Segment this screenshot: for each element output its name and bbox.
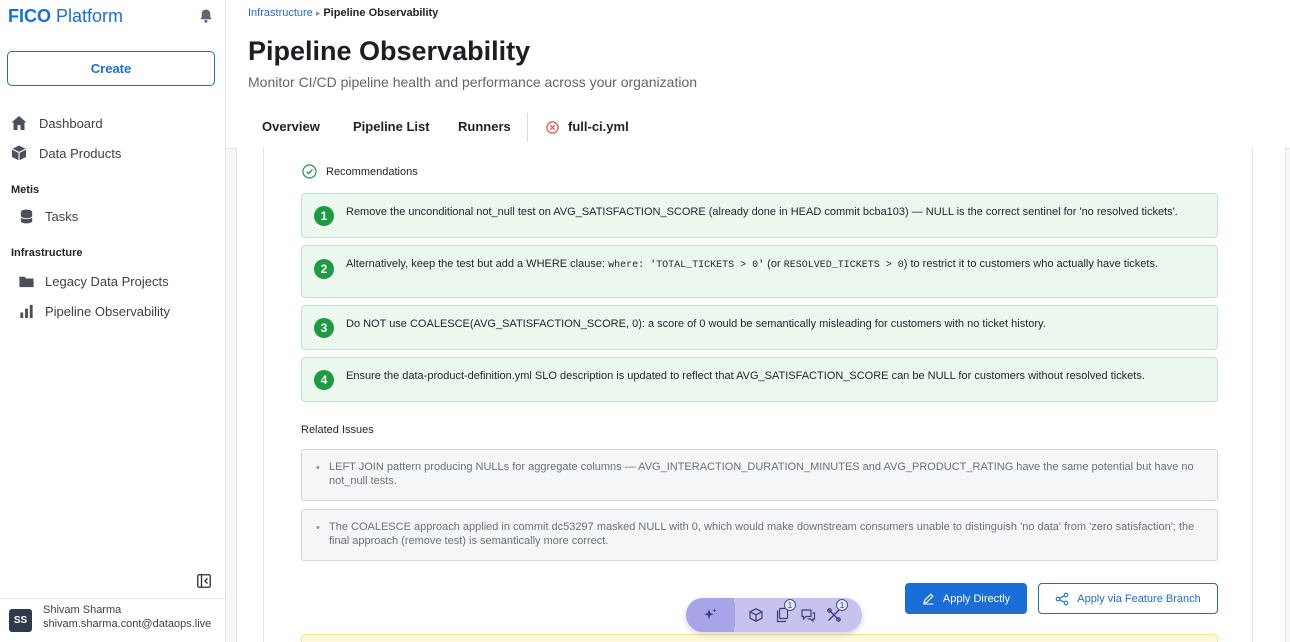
recommendation-item: 4 Ensure the data-product-definition.yml… — [301, 357, 1218, 402]
check-circle-icon — [302, 164, 317, 179]
recommendation-text: Alternatively, keep the test but add a W… — [346, 258, 1159, 271]
bar-chart-icon — [20, 304, 33, 318]
breadcrumb-current: Pipeline Observability — [323, 7, 439, 19]
share-icon — [1055, 592, 1069, 605]
recommendation-item: 1 Remove the unconditional not_null test… — [301, 193, 1218, 238]
related-issue-item: • LEFT JOIN pattern producing NULLs for … — [301, 449, 1218, 501]
recommendation-text: Ensure the data-product-definition.yml S… — [346, 370, 1145, 382]
collapse-sidebar-icon[interactable] — [197, 574, 211, 588]
recommendations-heading: Recommendations — [302, 164, 418, 179]
tab-full-ci[interactable]: full-ci.yml — [532, 108, 666, 149]
section-label-infrastructure: Infrastructure — [11, 247, 83, 259]
code-snippet: RESOLVED_TICKETS > 0 — [783, 260, 904, 271]
section-label-metis: Metis — [11, 184, 40, 196]
related-issue-text: The COALESCE approach applied in commit … — [329, 521, 1195, 547]
bell-icon[interactable] — [198, 8, 214, 24]
avatar: SS — [9, 609, 32, 632]
sidebar-item-dashboard[interactable]: Dashboard — [10, 112, 103, 134]
breadcrumb-separator: ▸ — [315, 8, 321, 18]
sidebar-item-legacy-data-projects[interactable]: Legacy Data Projects — [10, 270, 169, 292]
sidebar-item-label: Legacy Data Projects — [45, 273, 169, 289]
sidebar-item-label: Data Products — [39, 145, 122, 161]
step-number-badge: 3 — [314, 318, 334, 338]
related-issue-item: • The COALESCE approach applied in commi… — [301, 509, 1218, 561]
recommendation-text: Do NOT use COALESCE(AVG_SATISFACTION_SCO… — [346, 318, 1046, 330]
cube-icon[interactable] — [748, 607, 764, 623]
tab-label: full-ci.yml — [568, 119, 629, 134]
breadcrumb: Infrastructure ▸ Pipeline Observability — [248, 7, 438, 19]
tab-runners[interactable]: Runners — [458, 119, 511, 134]
home-icon — [11, 116, 27, 130]
step-number-badge: 1 — [314, 206, 334, 226]
step-number-badge: 2 — [314, 259, 334, 279]
sidebar-item-data-products[interactable]: Data Products — [10, 142, 121, 164]
tab-pipeline-list[interactable]: Pipeline List — [353, 119, 430, 134]
notification-badge: 1 — [836, 599, 848, 611]
tab-bar: Overview Pipeline List Runners full-ci.y… — [226, 108, 1290, 149]
folder-icon — [19, 276, 34, 287]
tab-divider — [527, 113, 528, 142]
page-subtitle: Monitor CI/CD pipeline health and perfor… — [248, 74, 698, 90]
related-issue-text: LEFT JOIN pattern producing NULLs for ag… — [329, 461, 1194, 487]
tab-overview[interactable]: Overview — [262, 119, 320, 134]
sidebar-item-label: Tasks — [45, 208, 79, 224]
recommendation-item: 2 Alternatively, keep the test but add a… — [301, 245, 1218, 298]
edit-icon — [923, 593, 934, 605]
warning-panel — [301, 634, 1218, 642]
database-icon — [20, 209, 33, 223]
recommendation-item: 3 Do NOT use COALESCE(AVG_SATISFACTION_S… — [301, 305, 1218, 350]
user-email: shivam.sharma.cont@dataops.live — [43, 618, 212, 630]
recommendation-text: Remove the unconditional not_null test o… — [346, 206, 1178, 218]
cube-icon — [11, 145, 27, 161]
sidebar-item-label: Pipeline Observability — [45, 303, 171, 319]
step-number-badge: 4 — [314, 370, 334, 390]
apply-directly-button[interactable]: Apply Directly — [905, 583, 1027, 614]
user-name: Shivam Sharma — [43, 604, 122, 616]
floating-toolbar: 1 1 — [686, 598, 862, 632]
breadcrumb-link-infrastructure[interactable]: Infrastructure — [248, 7, 313, 19]
sidebar-item-pipeline-observability[interactable]: Pipeline Observability — [10, 300, 170, 322]
user-profile[interactable]: SS Shivam Sharma shivam.sharma.cont@data… — [0, 598, 226, 642]
chat-icon[interactable] — [800, 607, 816, 623]
notification-badge: 1 — [784, 599, 796, 611]
code-snippet: where: 'TOTAL_TICKETS > 0' — [608, 260, 765, 271]
ai-assistant-button[interactable] — [686, 598, 734, 632]
apply-via-feature-branch-button[interactable]: Apply via Feature Branch — [1038, 583, 1218, 614]
sparkle-icon — [704, 608, 717, 620]
create-button[interactable]: Create — [7, 51, 215, 86]
close-circle-icon[interactable] — [546, 121, 559, 134]
sidebar-item-label: Dashboard — [39, 115, 103, 131]
bullet: • — [316, 522, 320, 534]
sidebar: FICO Platform Create Dashboard Data Prod… — [0, 0, 226, 642]
brand-logo[interactable]: FICO Platform — [8, 6, 123, 27]
sidebar-item-tasks[interactable]: Tasks — [10, 205, 78, 227]
related-issues-heading: Related Issues — [301, 424, 374, 436]
page-title: Pipeline Observability — [248, 36, 531, 66]
bullet: • — [316, 462, 320, 474]
toolbar-divider — [734, 603, 735, 627]
